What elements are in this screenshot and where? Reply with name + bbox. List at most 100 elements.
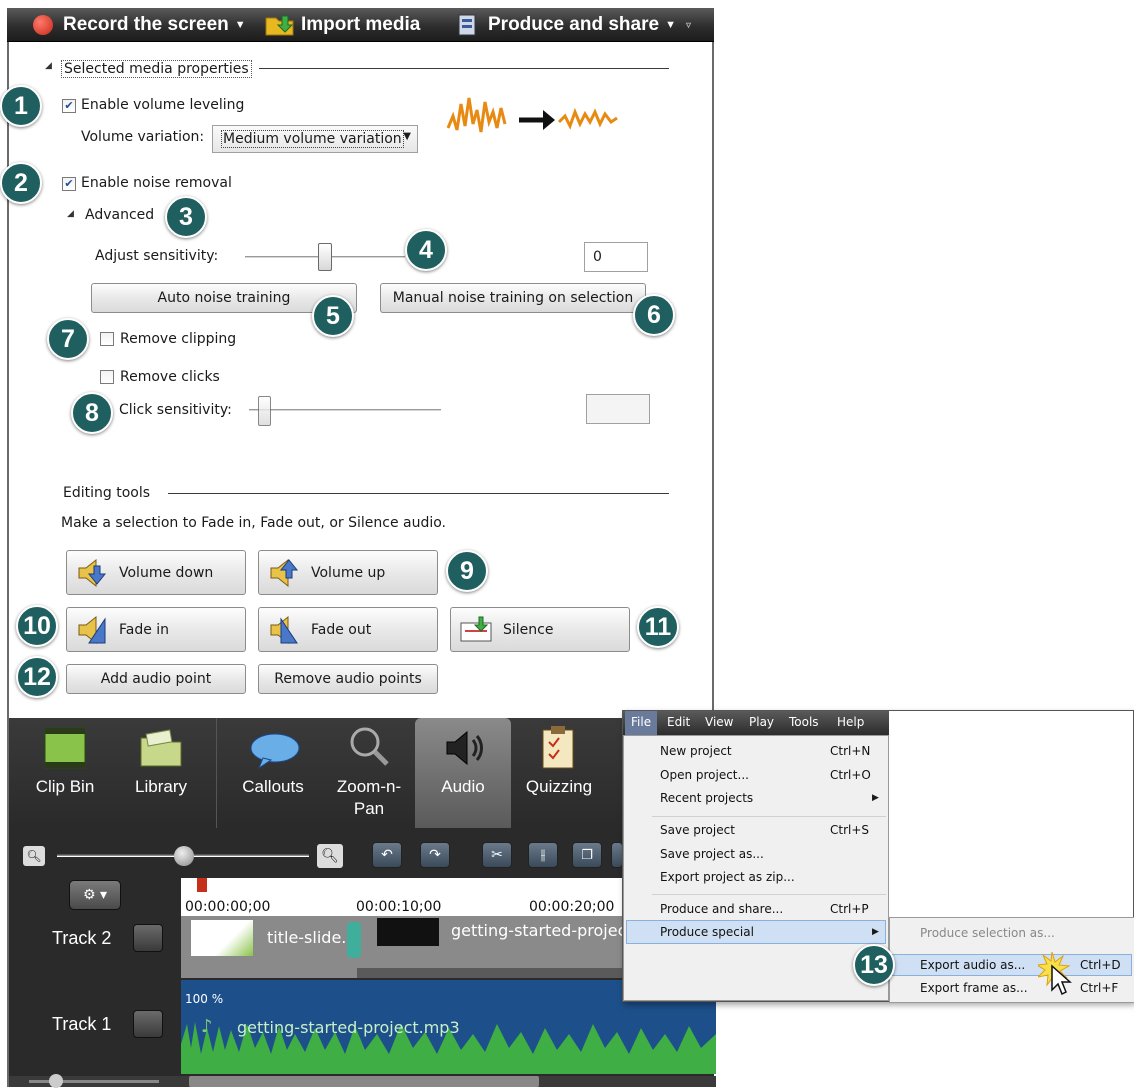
copy-icon[interactable]: ❐ <box>572 842 602 868</box>
fade-in-button[interactable]: Fade in <box>66 607 246 652</box>
silence-button[interactable]: Silence <box>450 607 630 652</box>
menu-edit[interactable]: Edit <box>667 715 690 729</box>
menu-item-produce-share[interactable]: Produce and share... <box>660 902 783 916</box>
zoom-slider-thumb[interactable] <box>174 846 194 866</box>
click-sensitivity-value-input[interactable] <box>586 394 650 424</box>
editing-tools-heading: Editing tools <box>63 485 151 501</box>
menu-tools[interactable]: Tools <box>789 715 819 729</box>
track-2-header: Track 2 <box>9 916 181 978</box>
lock-icon[interactable] <box>133 924 163 952</box>
remove-clipping-checkbox[interactable] <box>100 332 114 346</box>
menu-view[interactable]: View <box>705 715 733 729</box>
volume-leveling-illustration <box>446 97 618 133</box>
fade-out-icon <box>270 615 298 644</box>
time-label: 00:00:20;00 <box>529 899 615 915</box>
produce-share-label: Produce and share <box>488 14 660 35</box>
advanced-toggle[interactable]: Advanced <box>85 207 154 223</box>
volume-variation-label: Volume variation: <box>81 129 205 145</box>
callout-badge: 7 <box>47 318 89 360</box>
clip-video-label[interactable]: getting-started-projec <box>451 921 626 940</box>
playhead[interactable] <box>197 878 207 892</box>
expand-triangle-icon[interactable]: ◢ <box>67 209 74 219</box>
menu-file[interactable]: File <box>631 715 651 729</box>
add-audio-point-label: Add audio point <box>100 671 212 687</box>
chevron-down-icon: ▼ <box>665 19 676 31</box>
split-icon[interactable]: ⫲ <box>528 842 558 868</box>
menu-item-export-frame[interactable]: Export frame as... <box>920 981 1028 995</box>
produce-special-submenu: Produce selection as... Export audio as.… <box>889 917 1134 1003</box>
remove-audio-points-button[interactable]: Remove audio points <box>258 664 438 694</box>
track-1-label: Track 1 <box>52 1014 112 1034</box>
submenu-arrow-icon: ▶ <box>872 927 879 937</box>
volume-up-label: Volume up <box>311 564 386 581</box>
callout-badge: 10 <box>16 605 58 647</box>
shortcut-label: Ctrl+O <box>830 768 871 782</box>
clip-title-label[interactable]: title-slide.p <box>267 928 357 947</box>
audio-clip-label: getting-started-project.mp3 <box>237 1018 460 1037</box>
sensitivity-slider-thumb[interactable] <box>318 243 332 271</box>
manual-noise-training-button[interactable]: Manual noise training on selection <box>380 283 646 313</box>
menu-item-save-project[interactable]: Save project <box>660 823 735 837</box>
volume-variation-select[interactable]: Medium volume variation ▼ <box>212 125 418 153</box>
overflow-icon[interactable]: ▿ <box>686 20 691 31</box>
tab-clip-bin[interactable]: Clip Bin <box>17 718 113 828</box>
zoom-out-icon[interactable]: 🔍︎ <box>23 846 45 866</box>
menu-item-new-project[interactable]: New project <box>660 744 732 758</box>
tab-zoom-n-pan[interactable]: Zoom-n- Pan <box>321 718 417 828</box>
track-1-header: Track 1 <box>9 980 181 1074</box>
collapse-triangle-icon[interactable]: ◢ <box>45 61 52 71</box>
menu-item-export-zip[interactable]: Export project as zip... <box>660 870 795 884</box>
menu-item-recent-projects[interactable]: Recent projects <box>660 791 753 805</box>
record-screen-button[interactable]: Record the screen ▼ <box>33 8 246 42</box>
silence-label: Silence <box>503 621 554 638</box>
clip-transition-marker[interactable] <box>347 922 361 958</box>
tab-library[interactable]: Library <box>113 718 209 828</box>
volume-down-button[interactable]: Volume down <box>66 550 246 595</box>
menu-play[interactable]: Play <box>749 715 774 729</box>
track-height-thumb[interactable] <box>49 1074 63 1088</box>
mouse-cursor-icon <box>1038 952 1072 996</box>
import-media-label: Import media <box>301 14 421 35</box>
callout-badge: 5 <box>312 295 354 337</box>
tab-audio[interactable]: Audio <box>415 718 511 828</box>
tab-clip-bin-label: Clip Bin <box>35 777 95 796</box>
callout-badge: 12 <box>16 656 58 698</box>
shortcut-label: Ctrl+D <box>1080 958 1121 972</box>
click-sensitivity-slider-track[interactable] <box>249 409 441 412</box>
folder-import-icon <box>265 15 294 36</box>
clip-thumbnail <box>377 918 439 946</box>
produce-share-button[interactable]: Produce and share ▼ ▿ <box>457 8 691 42</box>
fade-out-label: Fade out <box>311 621 372 638</box>
section-divider <box>259 68 669 69</box>
undo-icon[interactable]: ↶ <box>372 842 402 868</box>
import-media-button[interactable]: Import media <box>265 8 420 42</box>
enable-noise-removal-checkbox[interactable]: ✔ <box>62 177 76 191</box>
add-audio-point-button[interactable]: Add audio point <box>66 664 246 694</box>
timeline-footer <box>9 1074 716 1088</box>
time-label: 00:00:10;00 <box>356 899 442 915</box>
click-sensitivity-slider-thumb[interactable] <box>258 396 272 426</box>
enable-volume-leveling-checkbox[interactable]: ✔ <box>62 99 76 113</box>
cut-icon[interactable]: ✂ <box>482 842 512 868</box>
remove-clicks-checkbox[interactable] <box>100 370 114 384</box>
menu-help[interactable]: Help <box>837 715 864 729</box>
submenu-arrow-icon: ▶ <box>872 793 879 803</box>
tab-callouts[interactable]: Callouts <box>225 718 321 828</box>
menu-item-save-project-as[interactable]: Save project as... <box>660 847 764 861</box>
tab-quizzing[interactable]: Quizzing <box>511 718 607 828</box>
fade-out-button[interactable]: Fade out <box>258 607 438 652</box>
section-divider <box>168 493 669 494</box>
adjust-sensitivity-label: Adjust sensitivity: <box>95 248 219 264</box>
timeline-settings-button[interactable]: ⚙ ▾ <box>69 880 121 910</box>
selected-media-properties-heading[interactable]: Selected media properties <box>61 60 252 78</box>
timeline-panel: 🔍︎ 🔍︎ ↶ ↷ ✂ ⫲ ❐ ⚙ ▾ 00:00:00;00 00:00:10… <box>7 828 716 1088</box>
redo-icon[interactable]: ↷ <box>420 842 450 868</box>
volume-up-button[interactable]: Volume up <box>258 550 438 595</box>
menu-item-open-project[interactable]: Open project... <box>660 768 749 782</box>
zoom-in-icon[interactable]: 🔍︎ <box>317 844 343 868</box>
auto-noise-training-label: Auto noise training <box>157 290 291 306</box>
sensitivity-value-input[interactable]: 0 <box>584 242 648 272</box>
horizontal-scrollbar[interactable] <box>189 1076 539 1087</box>
lock-icon[interactable] <box>133 1010 163 1038</box>
callout-badge: 6 <box>633 294 675 336</box>
